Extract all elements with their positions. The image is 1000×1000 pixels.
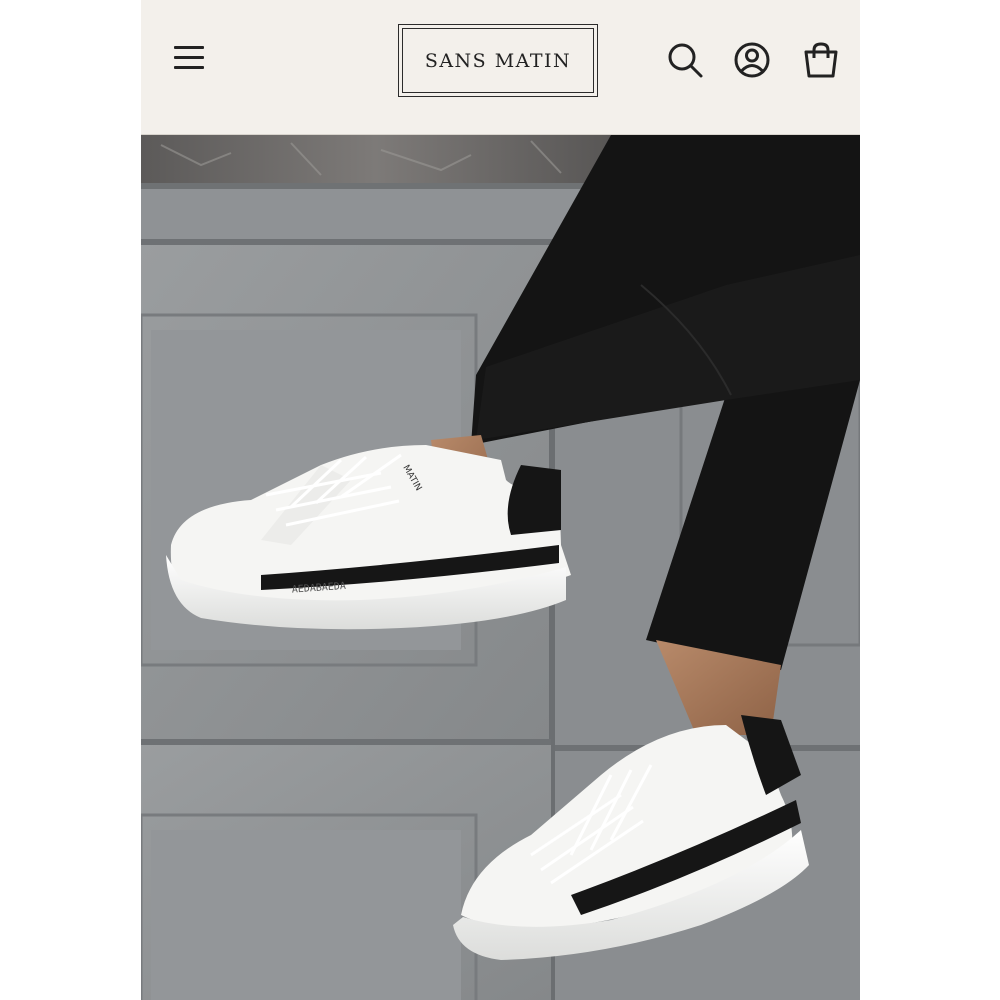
brand-name: SANS MATIN bbox=[424, 49, 572, 72]
brand-logo[interactable]: SANS MATIN bbox=[398, 24, 598, 97]
search-icon[interactable] bbox=[665, 40, 705, 80]
account-icon[interactable] bbox=[732, 40, 772, 80]
top-navigation-bar: SANS MATIN bbox=[141, 0, 860, 135]
app-screen: SANS MATIN AEDABAEDA MATIN bbox=[141, 0, 860, 1000]
shopping-bag-icon[interactable] bbox=[801, 40, 841, 80]
product-hero-image[interactable]: AEDABAEDA MATIN bbox=[141, 135, 860, 1000]
hamburger-menu-icon[interactable] bbox=[171, 42, 207, 72]
